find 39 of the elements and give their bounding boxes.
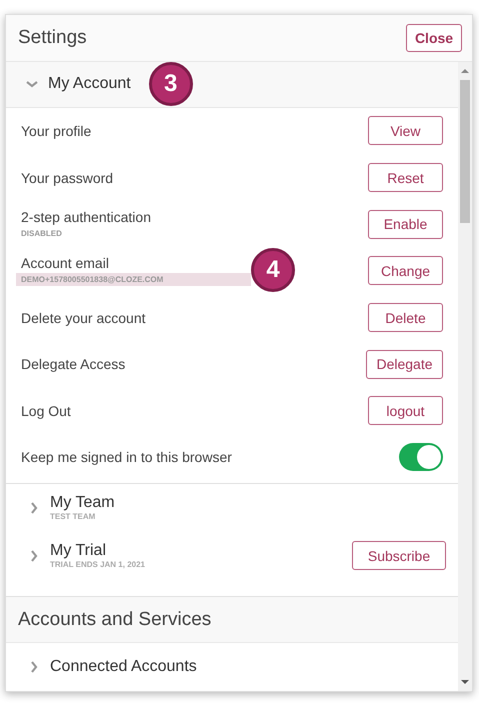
- action-button[interactable]: Change: [368, 256, 443, 286]
- setting-label: 2-step authentication: [21, 208, 151, 225]
- close-button[interactable]: Close: [406, 24, 462, 52]
- setting-label: Your password: [21, 170, 114, 186]
- chevron-right-icon: [28, 661, 40, 674]
- setting-status: DISABLED: [20, 228, 63, 240]
- setting-status: DEMO+1578005501838@CLOZE.COM: [16, 273, 251, 286]
- action-button[interactable]: View: [368, 116, 443, 146]
- group-status: TRIAL ENDS JAN 1, 2021: [50, 560, 145, 570]
- group-status: TEST TEAM: [50, 512, 96, 522]
- setting-label: Delegate Access: [21, 356, 126, 372]
- chevron-right-icon: [28, 502, 40, 514]
- window-title: Settings: [18, 27, 87, 49]
- chevron-right-icon: [28, 550, 40, 562]
- section-header[interactable]: My Account 3: [6, 62, 458, 108]
- group-title: My Trial: [50, 542, 107, 560]
- step-badge: 3: [148, 62, 193, 106]
- scroll-down-icon[interactable]: [461, 678, 469, 686]
- setting-label: Account email: [21, 255, 110, 272]
- setting-label: Keep me signed in to this browser: [21, 449, 232, 466]
- scrollbar[interactable]: [458, 62, 472, 691]
- group-toggle[interactable]: My Trial TRIAL ENDS JAN 1, 2021: [28, 542, 145, 570]
- setting-label: Your profile: [21, 122, 92, 139]
- section-title: Accounts and Services: [18, 608, 212, 631]
- scroll-up-icon[interactable]: [461, 67, 469, 75]
- setting-label: Log Out: [21, 402, 71, 419]
- group-toggle[interactable]: My Team TEST TEAM: [28, 494, 115, 522]
- action-button[interactable]: Delegate: [366, 350, 443, 379]
- step-badge: 4: [251, 248, 295, 292]
- section-title: My Account: [48, 75, 131, 94]
- scroll-thumb[interactable]: [460, 80, 470, 223]
- subscribe-button[interactable]: Subscribe: [352, 541, 446, 570]
- setting-label: Delete your account: [21, 310, 146, 326]
- toggle-switch[interactable]: [399, 443, 443, 472]
- action-button[interactable]: Reset: [368, 163, 443, 192]
- action-button[interactable]: Enable: [368, 210, 443, 239]
- action-button[interactable]: Delete: [368, 303, 443, 332]
- action-button[interactable]: logout: [368, 396, 443, 426]
- group-title: My Team: [50, 494, 115, 512]
